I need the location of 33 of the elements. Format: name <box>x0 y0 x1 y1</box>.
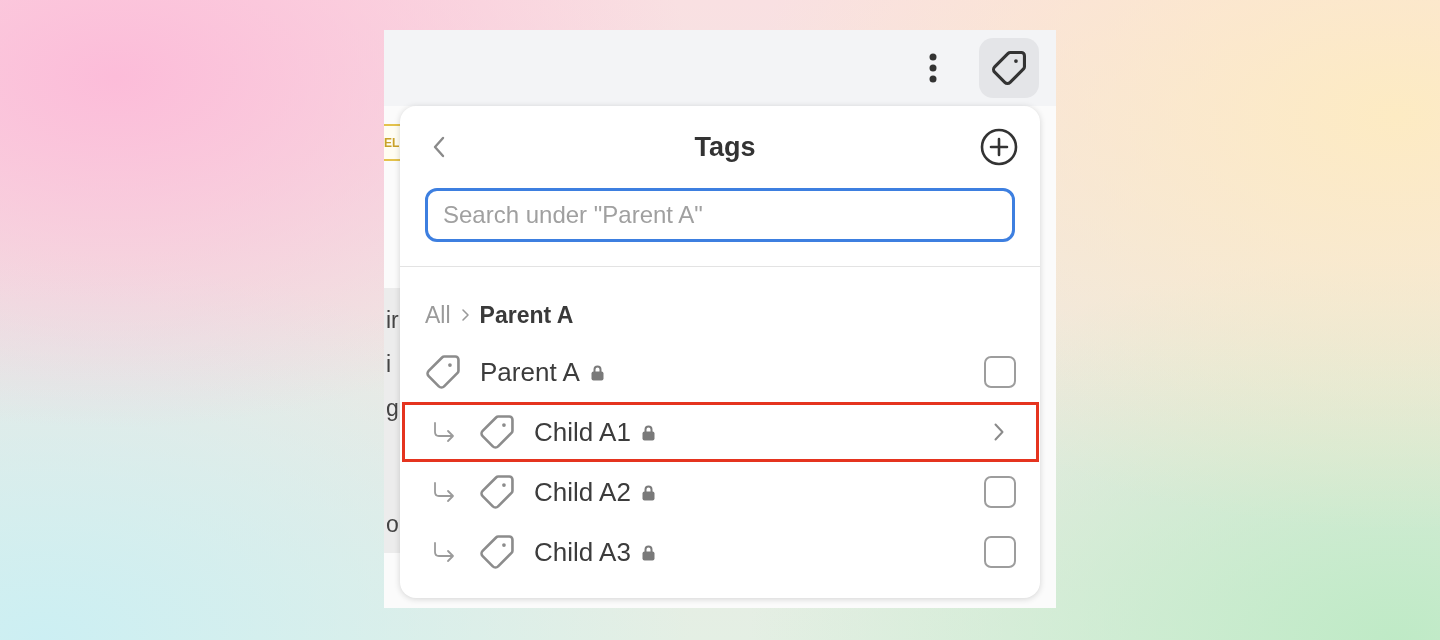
search-field[interactable]: Search under "Parent A" <box>425 188 1015 242</box>
tag-row[interactable]: Child A2 <box>402 462 1039 522</box>
chevron-icon <box>460 308 470 322</box>
text-fragment: ir <box>386 306 399 335</box>
breadcrumb-link[interactable]: Parent A <box>479 301 574 329</box>
tag-name: Child A1 <box>534 416 631 448</box>
checkbox[interactable] <box>984 476 1016 508</box>
tag-row[interactable]: Child A1 <box>402 402 1039 462</box>
text-fragment: g <box>386 394 399 423</box>
child-arrow-icon <box>432 481 456 503</box>
tag-icon <box>480 415 514 449</box>
add-circle-icon[interactable] <box>980 128 1018 166</box>
tag-row[interactable]: Parent A <box>402 342 1039 402</box>
tag-icon <box>992 51 1026 85</box>
child-arrow-icon <box>432 541 456 563</box>
tag-icon <box>480 535 514 569</box>
more-icon[interactable] <box>929 53 937 83</box>
text-fragment: o <box>386 510 399 539</box>
label-badge: EL <box>384 124 400 161</box>
chevron-right-icon[interactable] <box>993 422 1005 442</box>
child-arrow-icon <box>432 421 456 443</box>
tag-icon <box>480 475 514 509</box>
checkbox[interactable] <box>984 356 1016 388</box>
tag-name: Child A2 <box>534 476 631 508</box>
back-chevron-icon[interactable] <box>432 136 446 158</box>
popup-title: Tags <box>694 131 756 163</box>
tag-icon <box>426 355 460 389</box>
text-fragment: i <box>386 350 392 379</box>
tag-name: Parent A <box>480 356 580 388</box>
tag-name: Child A3 <box>534 536 631 568</box>
checkbox[interactable] <box>984 536 1016 568</box>
tag-row[interactable]: Child A3 <box>402 522 1039 582</box>
tags-button[interactable] <box>979 38 1039 98</box>
